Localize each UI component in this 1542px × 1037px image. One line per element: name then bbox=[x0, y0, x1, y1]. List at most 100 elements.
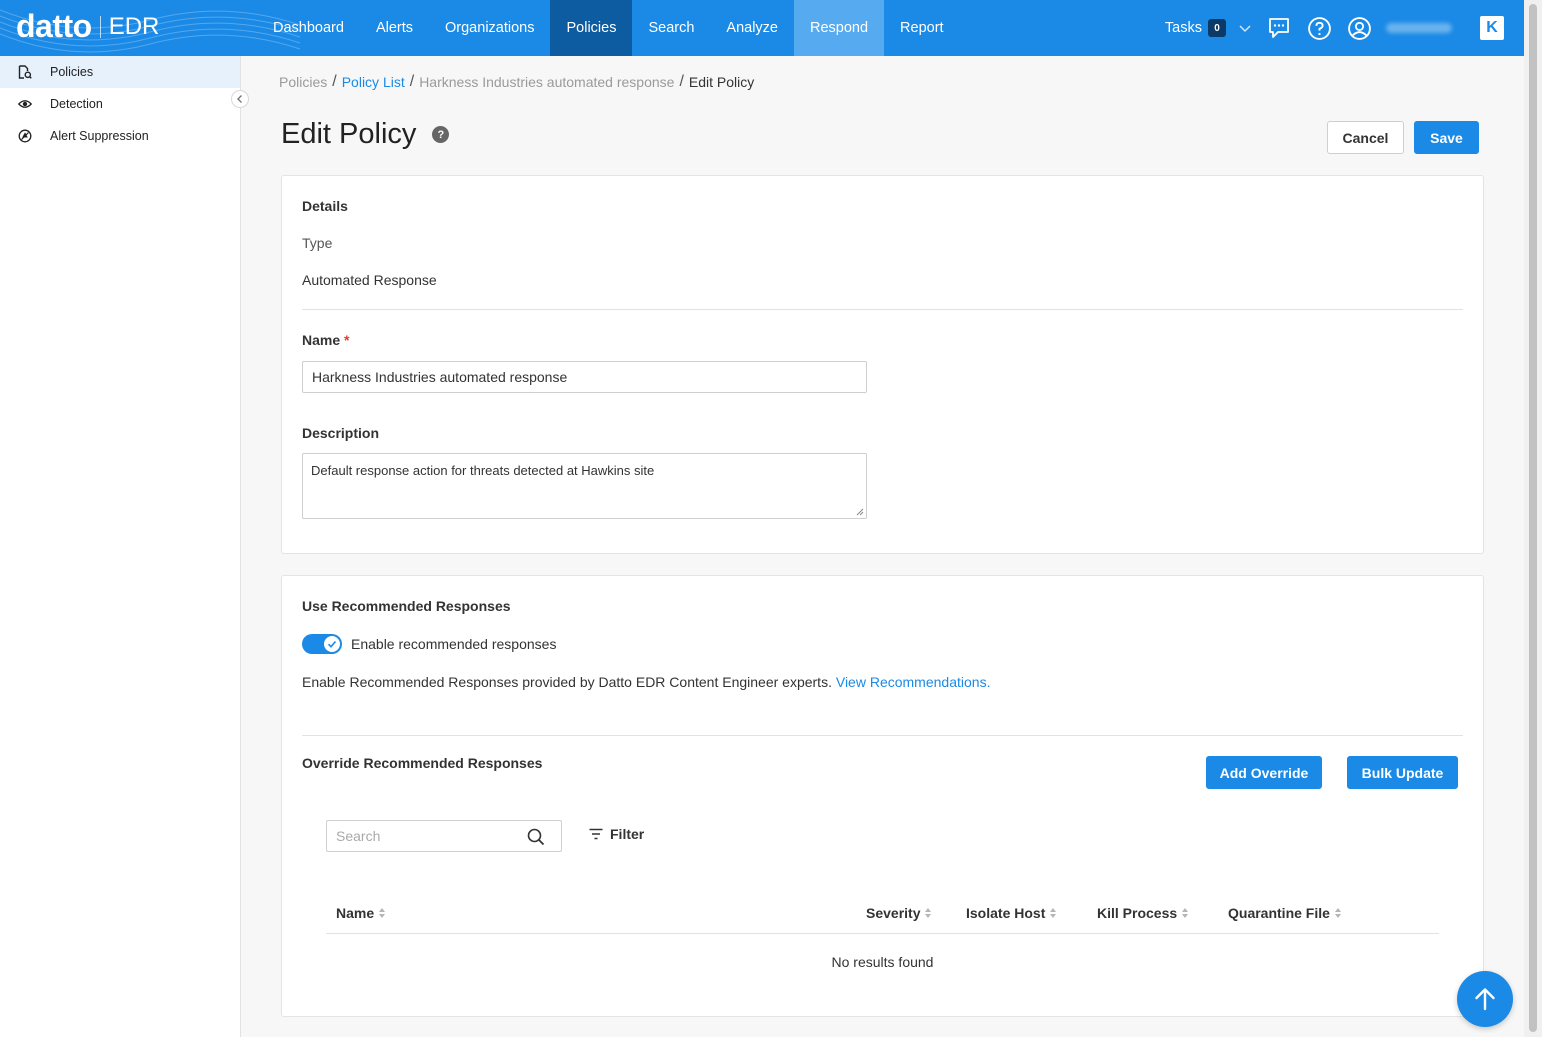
chevron-left-icon bbox=[237, 95, 242, 103]
breadcrumb-separator: / bbox=[409, 73, 415, 90]
tasks-label: Tasks bbox=[1164, 20, 1202, 36]
filter-icon bbox=[589, 828, 603, 840]
name-label-text: Name bbox=[302, 332, 341, 348]
recommended-divider bbox=[302, 735, 1463, 736]
sort-icon bbox=[1182, 908, 1189, 918]
help-icon[interactable] bbox=[1306, 15, 1332, 41]
tasks-menu[interactable]: Tasks 0 bbox=[1165, 19, 1252, 37]
sidebar-item-label: Detection bbox=[50, 97, 103, 111]
breadcrumb-policy-name[interactable]: Harkness Industries automated response bbox=[419, 74, 674, 90]
suppression-icon bbox=[18, 129, 32, 143]
details-divider bbox=[302, 309, 1463, 310]
override-search-input[interactable]: Search bbox=[326, 820, 562, 852]
user-avatar-icon[interactable] bbox=[1346, 15, 1372, 41]
breadcrumb-separator: / bbox=[332, 73, 337, 90]
column-header-quarantine-file[interactable]: Quarantine File bbox=[1228, 905, 1341, 921]
add-override-button[interactable]: Add Override bbox=[1206, 756, 1322, 789]
required-mark: * bbox=[344, 332, 350, 348]
cancel-button[interactable]: Cancel bbox=[1327, 121, 1404, 154]
filter-label: Filter bbox=[610, 826, 645, 842]
k-logo-button[interactable]: K bbox=[1480, 16, 1504, 40]
name-label: Name * bbox=[302, 332, 349, 348]
app-logo[interactable]: datto EDR bbox=[16, 8, 159, 45]
view-recommendations-link[interactable]: View Recommendations. bbox=[836, 674, 991, 690]
description-value: Default response action for threats dete… bbox=[311, 463, 655, 478]
vertical-scrollbar[interactable] bbox=[1524, 0, 1542, 1037]
sort-icon bbox=[379, 908, 386, 918]
column-header-severity[interactable]: Severity bbox=[866, 905, 932, 921]
sidebar-item-label: Policies bbox=[50, 65, 94, 79]
description-textarea[interactable]: Default response action for threats dete… bbox=[302, 453, 867, 519]
recommended-info: Enable Recommended Responses provided by… bbox=[302, 674, 990, 690]
recommended-info-text: Enable Recommended Responses provided by… bbox=[302, 674, 832, 690]
recommended-toggle[interactable] bbox=[302, 634, 342, 654]
page-title: Edit Policy bbox=[281, 118, 417, 150]
breadcrumb-separator: / bbox=[679, 73, 684, 90]
breadcrumb-policy-list[interactable]: Policy List bbox=[342, 74, 405, 90]
scroll-to-top-button[interactable] bbox=[1457, 971, 1513, 1027]
nav-analyze[interactable]: Analyze bbox=[710, 0, 794, 56]
logo-brand: datto bbox=[16, 8, 92, 44]
breadcrumb-policies[interactable]: Policies bbox=[279, 74, 327, 90]
nav-alerts[interactable]: Alerts bbox=[360, 0, 429, 56]
column-label: Name bbox=[336, 905, 375, 921]
logo-divider bbox=[99, 15, 101, 38]
policy-doc-icon bbox=[18, 65, 32, 79]
empty-state: No results found bbox=[831, 954, 934, 970]
main-nav: Dashboard Alerts Organizations Policies … bbox=[257, 0, 960, 56]
nav-respond[interactable]: Respond bbox=[794, 0, 885, 56]
eye-icon bbox=[18, 97, 32, 111]
logo-product: EDR bbox=[108, 12, 160, 40]
name-input-value: Harkness Industries automated response bbox=[312, 369, 568, 385]
check-icon bbox=[327, 640, 337, 648]
sidebar: Policies Detection Alert Suppression bbox=[0, 56, 249, 1037]
recommended-heading: Use Recommended Responses bbox=[302, 598, 511, 614]
sidebar-item-alert-suppression[interactable]: Alert Suppression bbox=[0, 120, 240, 152]
top-navigation-bar: datto EDR Dashboard Alerts Organizations… bbox=[0, 0, 1524, 56]
search-placeholder: Search bbox=[336, 828, 381, 844]
username-redacted[interactable] bbox=[1386, 23, 1452, 33]
sidebar-item-detection[interactable]: Detection bbox=[0, 88, 240, 120]
breadcrumb: Policies / Policy List / Harkness Indust… bbox=[279, 73, 754, 91]
toggle-label: Enable recommended responses bbox=[351, 636, 557, 652]
toggle-knob bbox=[324, 636, 340, 652]
column-label: Isolate Host bbox=[966, 905, 1046, 921]
header-tools: Tasks 0 K bbox=[1165, 0, 1504, 56]
nav-organizations[interactable]: Organizations bbox=[429, 0, 550, 56]
sidebar-item-policies[interactable]: Policies bbox=[0, 56, 240, 88]
description-label: Description bbox=[302, 425, 380, 441]
type-value: Automated Response bbox=[302, 272, 437, 288]
search-icon[interactable] bbox=[527, 828, 545, 846]
column-header-name[interactable]: Name bbox=[336, 905, 386, 921]
help-circle-icon[interactable]: ? bbox=[432, 126, 450, 143]
nav-policies[interactable]: Policies bbox=[550, 0, 633, 56]
scrollbar-thumb[interactable] bbox=[1529, 4, 1537, 1032]
column-label: Kill Process bbox=[1097, 905, 1178, 921]
nav-search[interactable]: Search bbox=[632, 0, 710, 56]
column-header-kill-process[interactable]: Kill Process bbox=[1097, 905, 1189, 921]
feedback-icon[interactable] bbox=[1266, 15, 1292, 41]
tasks-count-badge: 0 bbox=[1208, 19, 1226, 37]
column-label: Severity bbox=[866, 905, 921, 921]
sort-icon bbox=[1334, 908, 1341, 918]
sidebar-item-label: Alert Suppression bbox=[50, 129, 149, 143]
sort-icon bbox=[1050, 908, 1057, 918]
sidebar-collapse-button[interactable] bbox=[231, 90, 249, 108]
nav-dashboard[interactable]: Dashboard bbox=[257, 0, 360, 56]
details-heading: Details bbox=[302, 198, 348, 214]
name-input[interactable]: Harkness Industries automated response bbox=[302, 361, 867, 393]
filter-button[interactable]: Filter bbox=[589, 826, 644, 842]
chevron-down-icon bbox=[1239, 25, 1251, 33]
column-header-isolate-host[interactable]: Isolate Host bbox=[966, 905, 1057, 921]
bulk-update-button[interactable]: Bulk Update bbox=[1347, 756, 1458, 789]
page-title-row: Edit Policy ? bbox=[281, 118, 450, 151]
table-header-divider bbox=[326, 933, 1439, 934]
save-button[interactable]: Save bbox=[1414, 121, 1479, 154]
resize-grip-icon[interactable] bbox=[856, 508, 864, 516]
arrow-up-icon bbox=[1475, 988, 1495, 1011]
type-label: Type bbox=[302, 235, 333, 251]
sort-icon bbox=[925, 908, 932, 918]
override-heading: Override Recommended Responses bbox=[302, 755, 543, 771]
nav-report[interactable]: Report bbox=[884, 0, 960, 56]
breadcrumb-current: Edit Policy bbox=[688, 74, 755, 90]
